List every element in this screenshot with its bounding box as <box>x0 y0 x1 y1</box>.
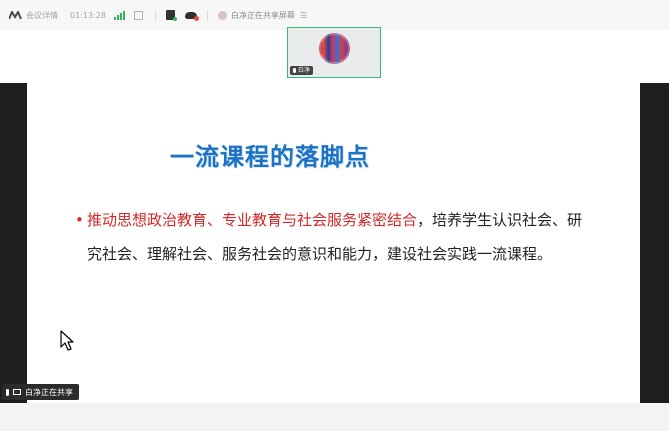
popout-window-icon[interactable] <box>133 10 143 20</box>
menu-icon[interactable]: ☰ <box>300 11 307 20</box>
participant-name-label: 白净 <box>290 66 314 75</box>
divider <box>154 9 156 21</box>
meeting-timer: 01:13:28 <box>70 10 106 20</box>
mouse-cursor-icon <box>60 330 74 351</box>
presentation-slide: 一流课程的落脚点 • 推动思想政治教育、专业教育与社会服务紧密结合，培养学生认识社… <box>27 83 640 403</box>
sharing-badge[interactable]: 白净正在共享 <box>2 384 79 400</box>
participant-name: 白净 <box>298 67 311 74</box>
meeting-topbar: 会议详情 01:13:28 白净正在共享屏幕 ☰ <box>0 0 669 30</box>
divider <box>206 9 208 21</box>
microphone-icon <box>293 68 296 73</box>
video-strip: 白净 <box>0 27 669 83</box>
slide-line-1: • 推动思想政治教育、专业教育与社会服务紧密结合，培养学生认识社会、研 <box>75 203 615 237</box>
bottom-area <box>0 403 669 431</box>
cloud-record-icon[interactable] <box>184 11 199 21</box>
participant-avatar <box>319 33 350 64</box>
screen-share-icon <box>13 389 21 395</box>
slide-title: 一流课程的落脚点 <box>170 143 370 171</box>
shared-screen: 一流课程的落脚点 • 推动思想政治教育、专业教育与社会服务紧密结合，培养学生认识社… <box>0 83 669 403</box>
bullet-point: • <box>75 211 84 229</box>
slide-line-2: 究社会、理解社会、服务社会的意识和能力，建设社会实践一流课程。 <box>87 245 553 263</box>
emphasis-text: 推动思想政治教育、专业教育与社会服务紧密结合 <box>87 211 418 229</box>
line1-rest-text: ，培养学生认识社会、研 <box>417 211 583 229</box>
app-logo-icon <box>9 11 22 19</box>
participant-video-tile[interactable]: 白净 <box>287 27 381 78</box>
sharing-badge-text: 白净正在共享 <box>25 387 73 397</box>
slide-body: • 推动思想政治教育、专业教育与社会服务紧密结合，培养学生认识社会、研 究社会、理… <box>75 203 615 271</box>
meeting-info-link[interactable]: 会议详情 <box>26 10 58 21</box>
microphone-icon <box>6 388 9 396</box>
sharer-avatar <box>217 10 227 20</box>
sharing-status-text: 白净正在共享屏幕 <box>230 10 295 20</box>
network-signal-icon[interactable] <box>113 10 125 20</box>
document-icon[interactable] <box>165 10 177 21</box>
